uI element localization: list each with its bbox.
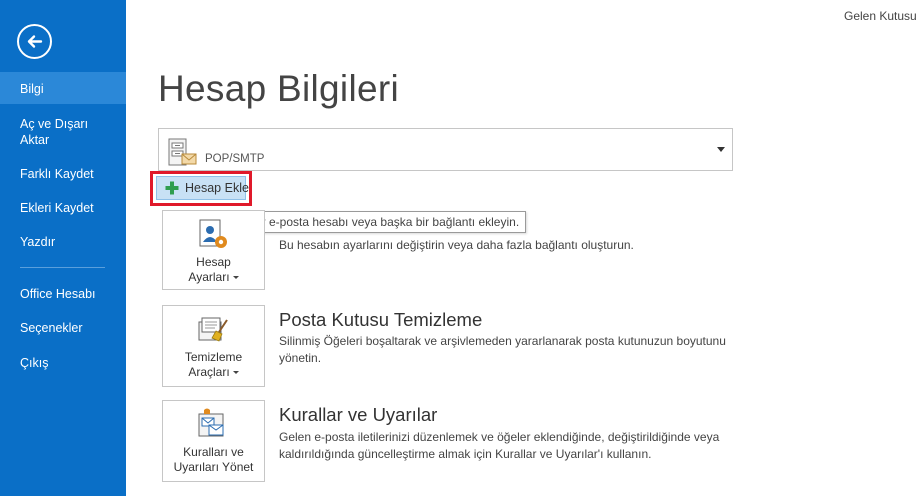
account-settings-description: Bu hesabın ayarlarını değiştirin veya da… — [279, 238, 634, 252]
window-folder-title: Gelen Kutusu - — [844, 9, 917, 23]
chevron-down-icon — [717, 147, 725, 152]
sidebar-item-info[interactable]: Bilgi — [0, 72, 126, 104]
sidebar-item-label: Ekleri Kaydet — [20, 201, 94, 215]
account-type-label: POP/SMTP — [205, 153, 265, 165]
mail-server-icon — [168, 138, 197, 166]
add-account-label: Hesap Ekle — [185, 181, 249, 195]
sidebar-item-options[interactable]: Seçenekler — [0, 320, 126, 336]
sidebar-item-open-export[interactable]: Aç ve Dışarı Aktar — [0, 116, 110, 148]
tile-label-line2: Uyarıları Yönet — [173, 460, 254, 474]
cleanup-tools-icon — [198, 317, 228, 342]
sidebar-item-label: Bilgi — [20, 82, 44, 96]
tile-label-line2: Araçları — [188, 365, 230, 379]
rules-alerts-title: Kurallar ve Uyarılar — [279, 404, 438, 425]
sidebar-item-label: Seçenekler — [20, 321, 83, 335]
sidebar-divider — [20, 267, 105, 268]
manage-rules-alerts-button[interactable]: Kuralları ve Uyarıları Yönet — [162, 400, 265, 482]
mailbox-cleanup-title: Posta Kutusu Temizleme — [279, 309, 483, 330]
back-arrow-icon — [27, 35, 43, 48]
sidebar-item-label: Office Hesabı — [20, 287, 96, 301]
rules-alerts-icon — [198, 408, 224, 437]
page-title: Hesap Bilgileri — [158, 68, 399, 109]
cleanup-tools-button[interactable]: Temizleme Araçları — [162, 305, 265, 387]
caret-down-icon — [232, 371, 239, 375]
sidebar-item-print[interactable]: Yazdır — [0, 234, 126, 250]
mailbox-cleanup-description: Silinmiş Öğeleri boşaltarak ve arşivleme… — [279, 334, 726, 365]
sidebar-item-office-account[interactable]: Office Hesabı — [0, 286, 126, 302]
add-account-button[interactable]: Hesap Ekle — [156, 176, 249, 200]
sidebar-item-label: Farklı Kaydet — [20, 167, 94, 181]
back-button[interactable] — [17, 24, 52, 59]
plus-icon — [165, 181, 179, 195]
rules-alerts-description: Gelen e-posta iletilerinizi düzenlemek v… — [279, 430, 720, 461]
tile-label-line1: Hesap — [196, 255, 231, 269]
account-settings-button[interactable]: Hesap Ayarları — [162, 210, 265, 290]
sidebar-item-label: Aç ve Dışarı Aktar — [20, 117, 89, 147]
add-account-tooltip: Bir e-posta hesabı veya başka bir bağlan… — [244, 211, 527, 233]
sidebar-item-save-attachments[interactable]: Ekleri Kaydet — [0, 200, 126, 216]
tile-label-line2: Ayarları — [188, 270, 230, 284]
tile-label-line1: Kuralları ve — [183, 445, 244, 459]
sidebar-item-exit[interactable]: Çıkış — [0, 355, 126, 371]
sidebar-item-save-as[interactable]: Farklı Kaydet — [0, 166, 126, 182]
caret-down-icon — [232, 276, 239, 280]
sidebar-item-label: Yazdır — [20, 235, 56, 249]
backstage-sidebar: Bilgi Aç ve Dışarı Aktar Farklı Kaydet E… — [0, 0, 126, 496]
account-settings-icon — [199, 219, 227, 248]
account-selector-dropdown[interactable]: POP/SMTP — [158, 128, 733, 171]
tile-label-line1: Temizleme — [184, 350, 243, 364]
sidebar-item-label: Çıkış — [20, 356, 49, 370]
